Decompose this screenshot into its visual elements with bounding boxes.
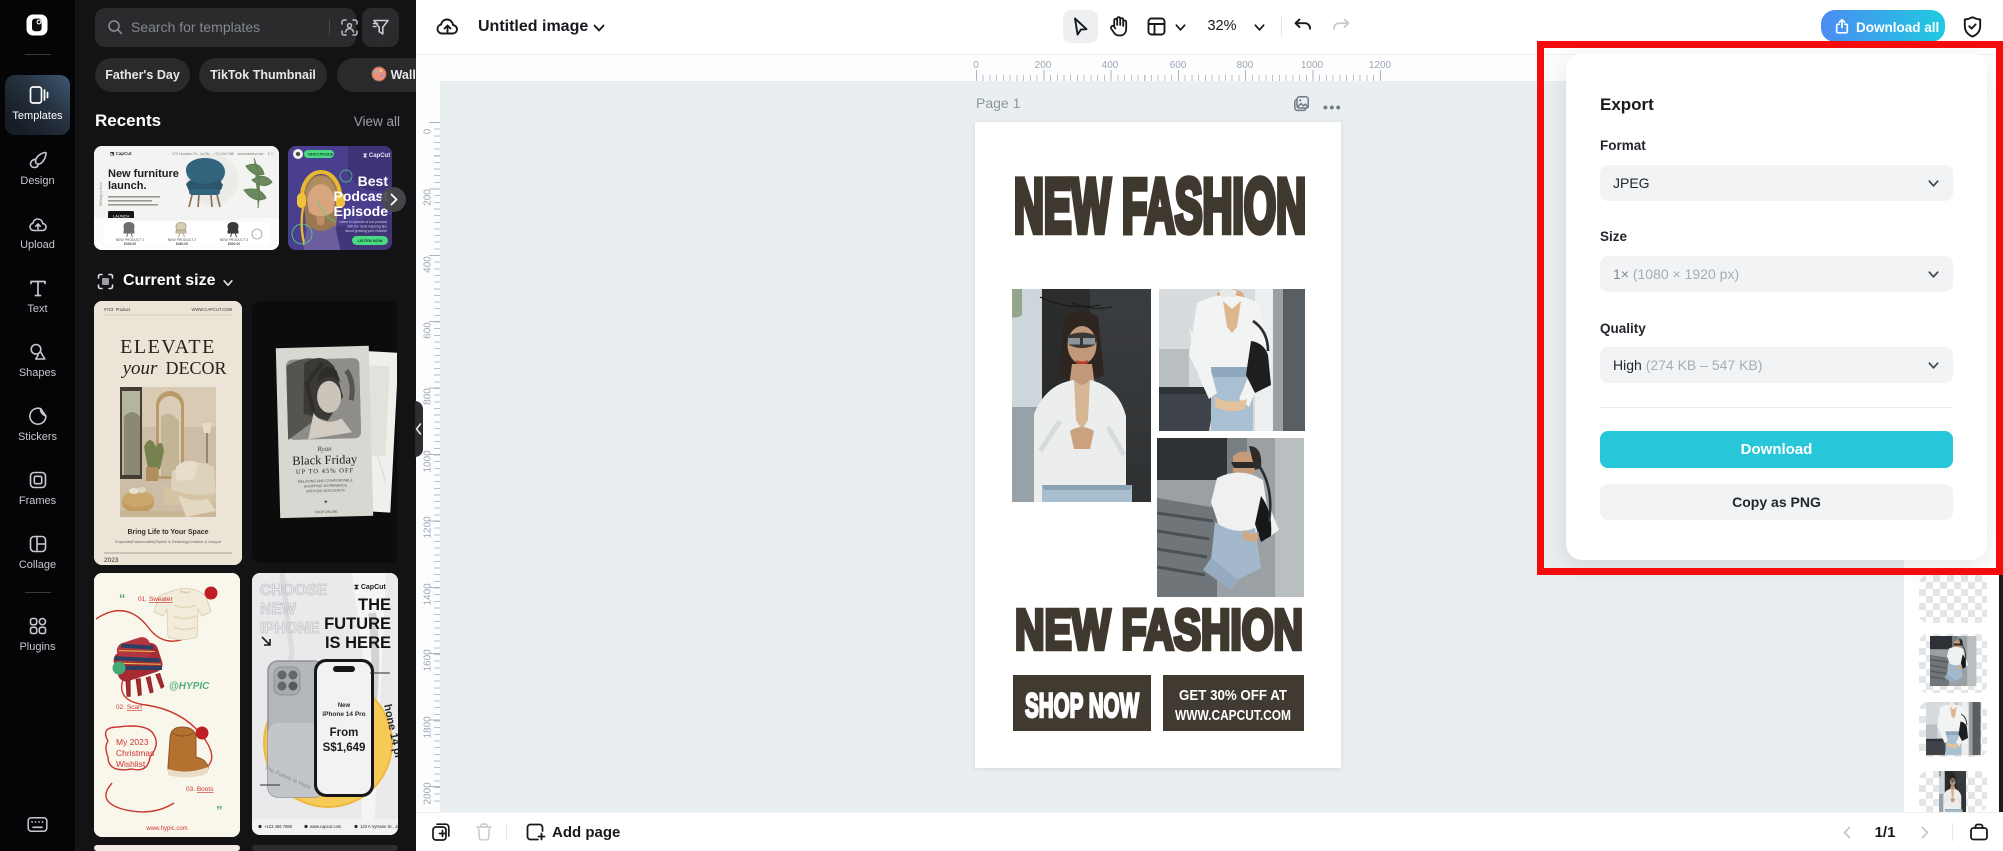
- svg-text:⧗ CapCut: ⧗ CapCut: [363, 153, 390, 159]
- svg-text:Black Friday: Black Friday: [292, 452, 358, 468]
- svg-text:✦: ✦: [323, 499, 328, 506]
- svg-text:2023: 2023: [104, 557, 119, 564]
- svg-text:Christmas: Christmas: [116, 748, 154, 758]
- svg-text:Episode: Episode: [334, 203, 389, 219]
- svg-text:Listen to episode of our podca: Listen to episode of our podcast: [339, 220, 387, 224]
- svg-text:S$1,649: S$1,649: [323, 742, 366, 754]
- svg-text:Best: Best: [358, 173, 389, 189]
- svg-text:#723 Product: #723 Product: [104, 307, 131, 312]
- svg-text:DECOR: DECOR: [165, 358, 226, 378]
- svg-text:THE: THE: [358, 596, 391, 614]
- svg-text:with the most inspiring tips: with the most inspiring tips: [347, 225, 387, 229]
- svg-text:@HYPIC: @HYPIC: [169, 681, 210, 692]
- svg-text:LISTEN NOW: LISTEN NOW: [357, 238, 382, 243]
- svg-text:Podcast: Podcast: [334, 188, 389, 204]
- svg-text:⬔ CapCut: ⬔ CapCut: [110, 151, 132, 156]
- svg-text:01. Sweater: 01. Sweater: [138, 596, 174, 603]
- svg-text:New furniture: New furniture: [108, 168, 179, 180]
- svg-text:NEW: NEW: [260, 601, 297, 618]
- svg-text:CHOOSE: CHOOSE: [260, 582, 327, 599]
- svg-text:02. Scarf: 02. Scarf: [116, 704, 142, 711]
- svg-text:FUTURE: FUTURE: [324, 615, 391, 633]
- svg-text:launch.: launch.: [108, 180, 147, 192]
- svg-text:www.capcut.com: www.capcut.com: [310, 824, 342, 829]
- svg-text:173 Hooston St., Ja.Flo +73: 173 Hooston St., Ja.Flo +73 434 788 www.…: [172, 152, 274, 156]
- svg-text:From: From: [330, 727, 359, 739]
- svg-text:⧗ CapCut: ⧗ CapCut: [354, 584, 386, 591]
- svg-text:OffStage y Stock: OffStage y Stock: [99, 182, 103, 206]
- svg-text:$460.00: $460.00: [176, 242, 188, 246]
- svg-text:IS HERE: IS HERE: [325, 634, 391, 652]
- svg-text:My 2023: My 2023: [116, 737, 149, 747]
- svg-text:Bring Life to Your Space: Bring Life to Your Space: [127, 529, 208, 536]
- svg-text:GET 30% OFF AT: GET 30% OFF AT: [1179, 687, 1287, 704]
- svg-text:NEW EPISODE: NEW EPISODE: [308, 153, 334, 157]
- svg-text:about growing your channel: about growing your channel: [345, 229, 387, 233]
- svg-text:$520.00: $520.00: [228, 242, 240, 246]
- svg-text:WWW.CAPCUT.COM: WWW.CAPCUT.COM: [1175, 707, 1291, 724]
- svg-text:iPhone 14 Pro: iPhone 14 Pro: [322, 711, 365, 718]
- svg-text:SHOP NOW: SHOP NOW: [1025, 687, 1140, 725]
- svg-text:NEW FASHION: NEW FASHION: [1015, 598, 1303, 662]
- svg-text:New: New: [338, 703, 351, 709]
- svg-text:”: ”: [216, 803, 223, 818]
- svg-text:www.hypic.com: www.hypic.com: [145, 826, 187, 832]
- svg-text:Wishlist: Wishlist: [116, 759, 146, 769]
- svg-text:Exquisite|Fashionable|Stylish: Exquisite|Fashionable|Stylish & Relaxing…: [115, 539, 222, 544]
- svg-text:→: →: [254, 233, 257, 237]
- svg-text:03. Boots: 03. Boots: [186, 786, 214, 793]
- svg-text:NEW FASHION: NEW FASHION: [1014, 164, 1306, 249]
- svg-text:SHOP ONLINE: SHOP ONLINE: [314, 510, 338, 515]
- svg-text:+123 456 7890: +123 456 7890: [264, 824, 293, 829]
- svg-text:WWW.CAPCUT.COM: WWW.CAPCUT.COM: [192, 307, 233, 312]
- svg-text:ELEVATE: ELEVATE: [120, 336, 216, 358]
- svg-text:your: your: [121, 358, 158, 379]
- svg-text:“: “: [119, 591, 126, 606]
- svg-text:IPHONE: IPHONE: [260, 620, 319, 637]
- svg-text:LAUNCH: LAUNCH: [113, 214, 130, 219]
- svg-text:$345.00: $345.00: [124, 242, 136, 246]
- svg-text:123 A VyHane St., Jay City: 123 A VyHane St., Jay City: [360, 824, 398, 829]
